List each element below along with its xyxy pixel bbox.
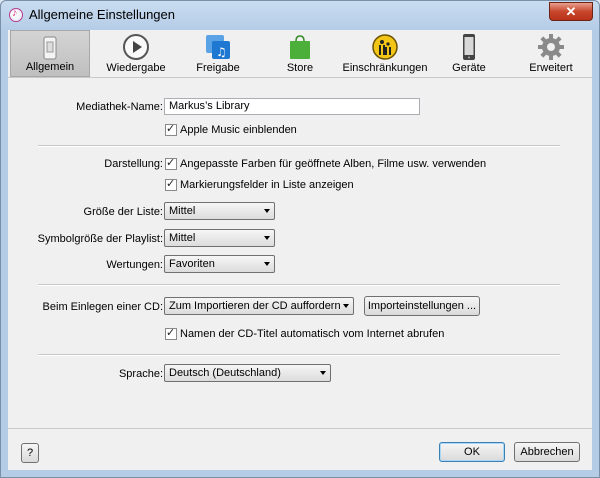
list-size-select[interactable]: Mittel <box>164 202 275 220</box>
ratings-label: Wertungen: <box>106 259 163 271</box>
preferences-content: Mediathek-Name: Markus’s Library Apple M… <box>8 78 592 470</box>
window-title: Allgemeine Einstellungen <box>29 7 175 22</box>
tab-store[interactable]: Store <box>264 30 336 77</box>
tab-wiedergabe[interactable]: Wiedergabe <box>96 30 176 77</box>
library-name-label: Mediathek-Name: <box>76 101 163 113</box>
close-button[interactable]: ✕ <box>549 2 593 21</box>
shopping-bag-icon <box>290 35 310 59</box>
language-value: Deutsch (Deutschland) <box>169 367 281 379</box>
cancel-button[interactable]: Abbrechen <box>514 442 580 462</box>
custom-colors-checkbox[interactable] <box>165 156 177 170</box>
apple-music-label: Apple Music einblenden <box>180 124 297 136</box>
library-name-input[interactable]: Markus’s Library <box>164 98 420 115</box>
tab-freigabe[interactable]: ♫ Freigabe <box>180 30 256 77</box>
gear-icon <box>538 34 564 60</box>
preferences-toolbar: Allgemein Wiedergabe ♫ Freigabe Store Ei… <box>8 30 592 78</box>
tab-label: Geräte <box>452 62 486 74</box>
tab-label: Erweitert <box>529 62 573 74</box>
footer-divider <box>8 428 592 429</box>
list-size-label: Größe der Liste: <box>83 206 163 218</box>
phone-device-icon <box>463 34 475 60</box>
language-label: Sprache: <box>118 368 163 380</box>
chevron-down-icon <box>320 371 326 375</box>
playlist-icon-size-label: Symbolgröße der Playlist: <box>37 233 163 245</box>
chevron-down-icon <box>264 236 270 240</box>
fetch-cd-names-label: Namen der CD-Titel automatisch vom Inter… <box>180 328 445 340</box>
import-settings-button[interactable]: Importeinstellungen ... <box>364 296 480 316</box>
title-bar[interactable]: Allgemeine Einstellungen ✕ <box>1 1 599 29</box>
show-checkboxes-label: Markierungsfelder in Liste anzeigen <box>180 179 354 191</box>
tab-label: Freigabe <box>196 62 240 74</box>
tab-erweitert[interactable]: Erweitert <box>514 30 588 77</box>
playlist-icon-size-select[interactable]: Mittel <box>164 229 275 247</box>
ratings-select[interactable]: Favoriten <box>164 255 275 273</box>
chevron-down-icon <box>264 262 270 266</box>
show-checkboxes-checkbox[interactable] <box>165 177 177 191</box>
tab-label: Einschränkungen <box>342 62 428 74</box>
separator <box>38 284 560 286</box>
cd-insert-label: Beim Einlegen einer CD: <box>42 301 163 313</box>
custom-colors-label: Angepasste Farben für geöffnete Alben, F… <box>180 158 487 170</box>
chevron-down-icon <box>343 304 349 308</box>
separator <box>38 354 560 356</box>
tab-allgemein[interactable]: Allgemein <box>10 30 90 77</box>
svg-text:♫: ♫ <box>216 45 227 59</box>
language-select[interactable]: Deutsch (Deutschland) <box>164 364 331 382</box>
fetch-cd-names-checkbox[interactable] <box>165 326 177 340</box>
ratings-value: Favoriten <box>169 258 215 270</box>
itunes-app-icon <box>9 7 23 22</box>
play-icon <box>123 34 149 60</box>
playlist-icon-size-value: Mittel <box>169 232 196 244</box>
tab-geraete[interactable]: Geräte <box>436 30 502 77</box>
display-label: Darstellung: <box>104 158 163 170</box>
tab-label: Allgemein <box>25 61 75 73</box>
tab-label: Wiedergabe <box>106 62 166 74</box>
help-button[interactable]: ? <box>21 443 39 463</box>
ok-button[interactable]: OK <box>439 442 505 462</box>
parental-restriction-icon <box>372 34 398 60</box>
list-size-value: Mittel <box>169 205 196 217</box>
tab-einschraenkungen[interactable]: Einschränkungen <box>340 30 430 77</box>
apple-music-checkbox[interactable] <box>165 122 177 136</box>
separator <box>38 145 560 147</box>
chevron-down-icon <box>264 209 270 213</box>
tab-label: Store <box>286 62 314 74</box>
cd-insert-value: Zum Importieren der CD auffordern <box>169 300 341 312</box>
general-switch-icon <box>43 36 57 60</box>
cd-insert-select[interactable]: Zum Importieren der CD auffordern <box>164 297 354 315</box>
preferences-window: Allgemeine Einstellungen ✕ Allgemein Wie… <box>0 0 600 478</box>
music-share-icon: ♫ <box>206 35 230 59</box>
